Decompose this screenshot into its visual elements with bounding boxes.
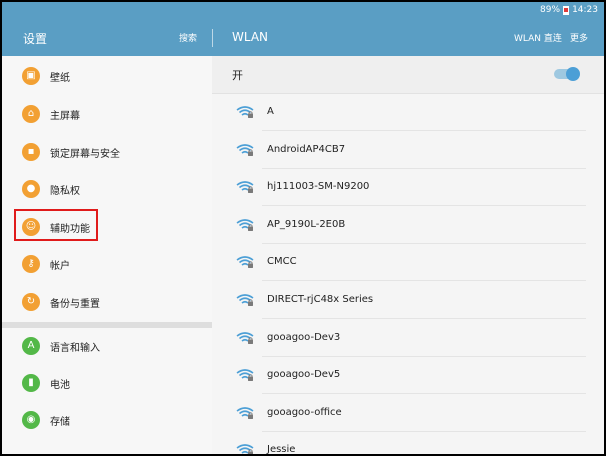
wifi-lock-icon [236,444,254,454]
settings-title: 设置 [23,32,48,46]
wifi-network-name: gooagoo-Dev3 [267,331,341,343]
language-icon: A [22,337,40,355]
header-divider [212,29,213,47]
menu-item-label: 存储 [50,417,70,428]
wifi-lock-icon [236,407,254,419]
wifi-network-item[interactable]: AP_9190L-2E0B [212,207,604,244]
status-bar: 89% 14:23 [2,2,604,20]
wifi-lock-icon [236,331,254,344]
wifi-network-name: AP_9190L-2E0B [267,218,346,230]
menu-item-storage[interactable]: ◉ 存储 [2,403,212,439]
wifi-network-name: DIRECT-rjC48x Series [267,294,374,305]
menu-item-backup-reset[interactable]: ↻ 备份与重置 [2,285,212,321]
menu-item-label: 帐户 [50,261,70,272]
screen: 89% 14:23 设置 搜索 WLAN WLAN 直连 更多 ▣ 壁纸 ⌂ 主… [2,2,604,454]
storage-icon: ◉ [22,411,40,429]
clock: 14:23 [572,5,598,15]
wifi-network-item[interactable]: AndroidAP4CB7 [212,132,604,169]
lock-icon: ▪ [22,143,40,161]
wifi-lock-icon [236,294,254,306]
wlan-direct-button[interactable]: WLAN 直连 [514,31,562,44]
key-icon: ⚷ [22,255,40,273]
search-button[interactable]: 搜索 [179,31,197,44]
menu-item-home-screen[interactable]: ⌂ 主屏幕 [2,97,212,133]
wifi-lock-icon [236,106,254,118]
wlan-toggle-row[interactable]: 开 [212,56,604,94]
wifi-network-name: CMCC [267,256,297,268]
menu-item-label: 隐私权 [50,186,80,197]
wifi-lock-icon [236,256,254,269]
home-icon: ⌂ [22,105,40,123]
more-button[interactable]: 更多 [570,31,588,44]
menu-item-label: 主屏幕 [50,111,80,122]
wifi-network-item[interactable]: DIRECT-rjC48x Series [212,282,604,319]
menu-item-label: 语言和输入 [50,343,100,354]
wifi-network-item[interactable]: gooagoo-office [212,395,604,432]
battery-icon [563,5,570,15]
privacy-icon: ● [22,180,40,198]
menu-item-accounts[interactable]: ⚷ 帐户 [2,247,212,283]
wifi-network-item[interactable]: CMCC [212,244,604,282]
wlan-toggle-switch[interactable] [554,67,580,81]
wifi-network-item[interactable]: gooagoo-Dev5 [212,357,604,395]
wifi-network-name: hj111003-SM-N9200 [267,181,370,193]
wlan-title: WLAN [232,30,269,44]
wifi-network-name: gooagoo-office [267,406,342,418]
action-bar: 设置 搜索 WLAN WLAN 直连 更多 [2,20,604,56]
wifi-network-name: A [267,106,274,117]
menu-item-label: 备份与重置 [50,299,100,310]
menu-item-label: 壁纸 [50,73,70,84]
wifi-network-name: AndroidAP4CB7 [267,143,346,155]
wifi-lock-icon [236,369,254,382]
wifi-network-name: gooagoo-Dev5 [267,369,341,381]
backup-icon: ↻ [22,293,40,311]
menu-item-privacy[interactable]: ● 隐私权 [2,172,212,208]
battery-percent: 89% [540,5,561,15]
menu-item-lock-screen[interactable]: ▪ 锁定屏幕与安全 [2,135,212,171]
wlan-toggle-label: 开 [232,69,243,82]
wifi-network-name: Jessie [267,444,296,454]
wifi-lock-icon [236,181,254,194]
menu-item-label: 锁定屏幕与安全 [50,149,120,160]
menu-item-wallpaper[interactable]: ▣ 壁纸 [2,59,212,95]
wlan-panel: 开 A AndroidAP4CB7 hj111003-SM-N9200 AP_9190… [212,56,604,454]
toggle-knob [566,67,580,81]
wifi-network-item[interactable]: Jessie [212,432,604,454]
selection-highlight-box [14,209,98,241]
menu-item-label: 电池 [50,380,70,391]
settings-menu: ▣ 壁纸 ⌂ 主屏幕 ▪ 锁定屏幕与安全 ● 隐私权 ☺ 辅助功能 ⚷ 帐户 ↻… [2,56,212,454]
battery-icon: ▮ [22,374,40,392]
wifi-network-item[interactable]: gooagoo-Dev3 [212,320,604,357]
wifi-network-item[interactable]: A [212,94,604,131]
wifi-network-item[interactable]: hj111003-SM-N9200 [212,169,604,207]
menu-item-language-input[interactable]: A 语言和输入 [2,329,212,365]
wifi-lock-icon [236,219,254,231]
wallpaper-icon: ▣ [22,67,40,85]
section-divider [2,322,212,328]
wifi-lock-icon [236,143,254,156]
menu-item-battery[interactable]: ▮ 电池 [2,366,212,402]
